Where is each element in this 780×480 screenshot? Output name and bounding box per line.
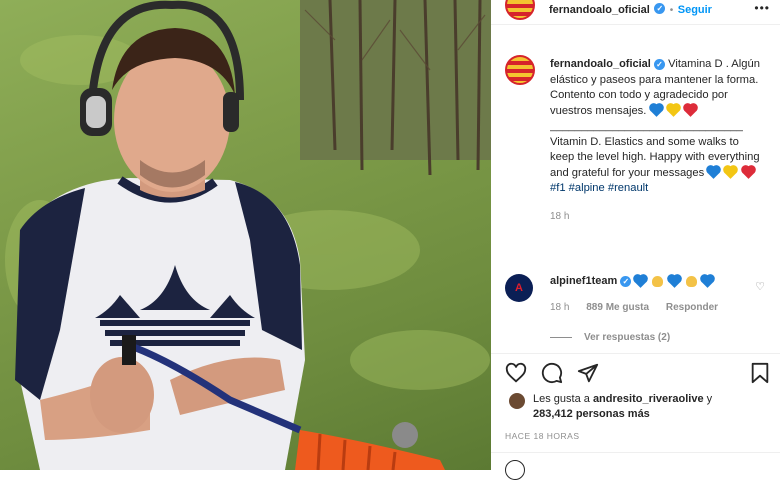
post-header: fernandoalo_oficial ✓ • Seguir ••• <box>491 0 780 25</box>
comment-like-icon[interactable]: ♡ <box>755 280 765 293</box>
more-options-icon[interactable]: ••• <box>754 1 770 15</box>
clap-icon <box>685 275 697 287</box>
likes-prefix: Les gusta a <box>533 393 590 405</box>
commenter-username[interactable]: alpinef1team <box>550 275 617 287</box>
red-heart-icon <box>741 166 755 179</box>
yellow-heart-icon <box>666 104 680 117</box>
red-heart-icon <box>683 104 697 117</box>
divider <box>491 452 780 453</box>
blue-heart-icon <box>700 274 714 288</box>
action-bar <box>505 362 771 386</box>
caption-time[interactable]: 18 h <box>550 209 762 225</box>
posted-time[interactable]: HACE 18 HORAS <box>505 431 580 441</box>
author-username[interactable]: fernandoalo_oficial <box>549 4 650 16</box>
comment-item: A alpinef1team ✓ ♡ 18 h 889 Me gusta Res… <box>505 272 767 324</box>
clap-icon <box>652 275 664 287</box>
share-icon[interactable] <box>577 362 599 384</box>
view-replies-button[interactable]: Ver respuestas (2) <box>550 332 670 343</box>
bookmark-icon[interactable] <box>749 362 771 384</box>
post-photo[interactable] <box>0 0 491 470</box>
comment-icon[interactable] <box>541 362 563 384</box>
comment-likes[interactable]: 889 Me gusta <box>586 302 649 313</box>
verified-icon: ✓ <box>653 58 665 70</box>
likes-conj: y <box>706 393 713 405</box>
yellow-heart-icon <box>724 166 738 179</box>
caption-hashtags[interactable]: #f1 #alpine #renault <box>550 181 762 197</box>
blue-heart-icon <box>634 274 648 288</box>
caption-rule: _______________________________ <box>550 120 743 132</box>
liker-username[interactable]: andresito_riveraolive <box>593 393 704 405</box>
author-avatar[interactable] <box>505 0 535 20</box>
replies-line <box>550 336 572 338</box>
verified-icon: ✓ <box>620 275 632 287</box>
verified-icon: ✓ <box>654 3 666 15</box>
comment-time[interactable]: 18 h <box>550 302 569 313</box>
header-separator: • <box>669 5 674 16</box>
commenter-avatar[interactable]: A <box>505 274 533 302</box>
heart-icon[interactable] <box>505 362 527 384</box>
post-sidebar: fernandoalo_oficial ✓ • Seguir ••• ferna… <box>491 0 780 480</box>
caption-author-avatar[interactable] <box>505 55 535 85</box>
post-caption: fernandoalo_oficial ✓ Vitamina D . Algún… <box>550 57 762 224</box>
caption-username[interactable]: fernandoalo_oficial <box>550 58 651 70</box>
blue-heart-icon <box>667 274 681 288</box>
divider <box>491 353 780 354</box>
emoji-icon[interactable] <box>505 460 525 480</box>
photo-illustration <box>5 0 491 470</box>
reply-button[interactable]: Responder <box>666 302 718 313</box>
likes-count[interactable]: 283,412 personas más <box>533 408 650 420</box>
blue-heart-icon <box>707 166 721 179</box>
liker-avatar[interactable] <box>509 393 525 409</box>
blue-heart-icon <box>649 104 663 117</box>
follow-button[interactable]: Seguir <box>678 4 712 16</box>
